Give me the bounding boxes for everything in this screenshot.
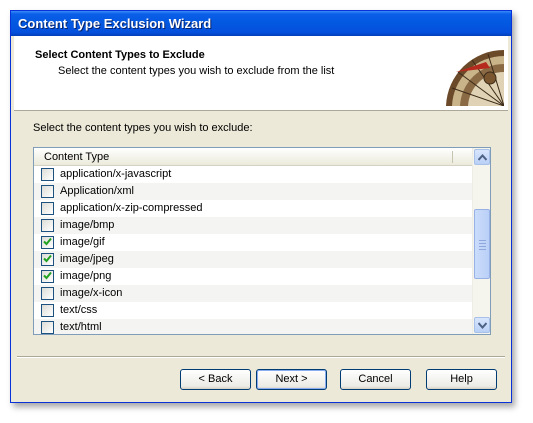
- chevron-up-icon: [478, 154, 487, 161]
- checkbox[interactable]: [41, 321, 54, 334]
- checkbox[interactable]: [41, 219, 54, 232]
- help-button[interactable]: Help: [426, 369, 497, 390]
- list-item-label: image/bmp: [60, 219, 115, 231]
- next-button[interactable]: Next >: [256, 369, 327, 390]
- list-item[interactable]: image/gif: [34, 234, 472, 251]
- list-column-header[interactable]: Content Type: [34, 148, 472, 166]
- list-item-label: image/gif: [60, 236, 105, 248]
- checkbox[interactable]: [41, 236, 54, 249]
- list-item[interactable]: application/x-zip-compressed: [34, 200, 472, 217]
- compass-icon: [446, 49, 504, 106]
- list-item-label: Application/xml: [60, 185, 134, 197]
- header-subtitle: Select the content types you wish to exc…: [58, 65, 335, 77]
- wizard-header: Select Content Types to Exclude Select t…: [14, 36, 508, 111]
- list-item[interactable]: text/html: [34, 319, 472, 334]
- list-item-label: text/html: [60, 321, 102, 333]
- checkmark-icon: [43, 271, 52, 280]
- vertical-scrollbar[interactable]: [472, 148, 490, 334]
- checkbox[interactable]: [41, 202, 54, 215]
- title-bar[interactable]: Content Type Exclusion Wizard: [11, 11, 511, 36]
- checkbox[interactable]: [41, 185, 54, 198]
- list-item-label: text/css: [60, 304, 98, 316]
- list-item-label: image/x-icon: [60, 287, 123, 299]
- content-type-list[interactable]: Content Type application/x-javascript App…: [33, 147, 491, 335]
- column-header-content-type[interactable]: Content Type: [44, 151, 109, 163]
- checkmark-icon: [43, 254, 52, 263]
- list-item[interactable]: text/css: [34, 302, 472, 319]
- button-divider: [17, 356, 505, 358]
- list-item[interactable]: application/x-javascript: [34, 166, 472, 183]
- list-item[interactable]: image/bmp: [34, 217, 472, 234]
- checkbox[interactable]: [41, 168, 54, 181]
- checkbox[interactable]: [41, 287, 54, 300]
- cancel-button[interactable]: Cancel: [340, 369, 411, 390]
- list-item-label: application/x-javascript: [60, 168, 172, 180]
- list-item-label: application/x-zip-compressed: [60, 202, 203, 214]
- list-item[interactable]: image/jpeg: [34, 251, 472, 268]
- scroll-thumb[interactable]: [474, 209, 490, 279]
- chevron-down-icon: [478, 322, 487, 329]
- scroll-down-button[interactable]: [474, 317, 490, 333]
- wizard-window: Content Type Exclusion Wizard Select Con…: [10, 10, 512, 403]
- checkbox[interactable]: [41, 270, 54, 283]
- checkbox[interactable]: [41, 304, 54, 317]
- checkbox[interactable]: [41, 253, 54, 266]
- list-item-label: image/png: [60, 270, 112, 282]
- scroll-up-button[interactable]: [474, 149, 490, 165]
- list-item[interactable]: image/png: [34, 268, 472, 285]
- back-button[interactable]: < Back: [180, 369, 251, 390]
- checkmark-icon: [43, 237, 52, 246]
- list-prompt: Select the content types you wish to exc…: [33, 122, 253, 134]
- window-title: Content Type Exclusion Wizard: [18, 16, 212, 31]
- column-separator[interactable]: [452, 151, 453, 163]
- list-item-label: image/jpeg: [60, 253, 114, 265]
- list-item[interactable]: Application/xml: [34, 183, 472, 200]
- list-item[interactable]: image/x-icon: [34, 285, 472, 302]
- list-rows: application/x-javascript Application/xml a…: [34, 166, 472, 334]
- header-title: Select Content Types to Exclude: [35, 49, 205, 61]
